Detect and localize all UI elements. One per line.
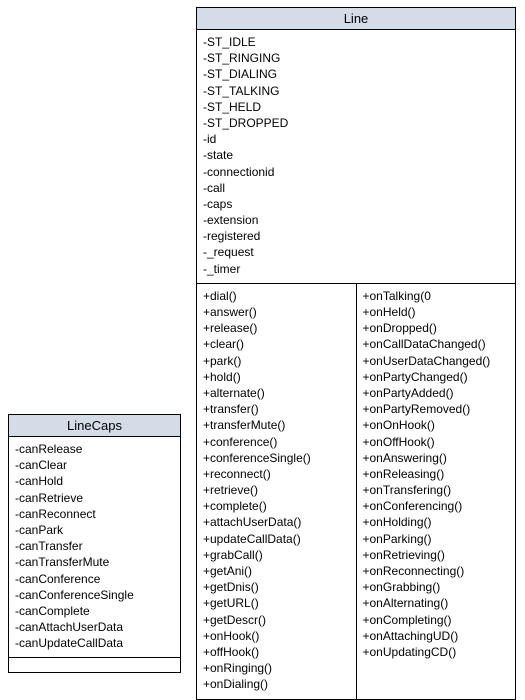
class-line-method: +conference() [203,434,350,450]
class-line-method: +offHook() [203,644,350,660]
class-linecaps-attribute: -canHold [15,473,174,489]
class-linecaps-attribute: -canAttachUserData [15,619,174,635]
class-line-method: +answer() [203,304,350,320]
class-linecaps-attribute: -canRelease [15,441,174,457]
class-line-title: Line [197,8,515,30]
class-line-method: +conferenceSingle() [203,450,350,466]
class-line-method: +onReconnecting() [363,563,510,579]
class-line-method: +onCallDataChanged() [363,336,510,352]
class-line-attributes: -ST_IDLE-ST_RINGING-ST_DIALING-ST_TALKIN… [197,30,515,284]
class-line-attribute: -ST_RINGING [203,50,509,66]
class-line-method: +getURL() [203,595,350,611]
class-line-method: +transferMute() [203,417,350,433]
class-line-method: +onOnHook() [363,417,510,433]
class-line-method: +onPartyRemoved() [363,401,510,417]
class-line-attribute: -ST_HELD [203,99,509,115]
class-line-method: +onParking() [363,531,510,547]
class-line-attribute: -state [203,147,509,163]
class-line-attribute: -caps [203,196,509,212]
class-line-method: +onAnswering() [363,450,510,466]
class-line-method: +complete() [203,498,350,514]
class-line-method: +onTalking(0 [363,288,510,304]
class-linecaps-attribute: -canTransferMute [15,554,174,570]
class-line-attribute: -id [203,131,509,147]
class-line-method: +transfer() [203,401,350,417]
class-line: Line -ST_IDLE-ST_RINGING-ST_DIALING-ST_T… [196,7,516,700]
class-line-method: +onCompleting() [363,612,510,628]
class-line-method: +onAttachingUD() [363,628,510,644]
class-linecaps-methods [9,658,180,672]
class-linecaps-attribute: -canPark [15,522,174,538]
class-line-method: +reconnect() [203,466,350,482]
class-line-method: +onRetrieving() [363,547,510,563]
class-line-methods-col1: +dial()+answer()+release()+clear()+park(… [197,284,357,699]
class-linecaps-attribute: -canComplete [15,603,174,619]
class-line-method: +onAlternating() [363,595,510,611]
class-line-attribute: -ST_IDLE [203,34,509,50]
class-line-attribute: -_request [203,244,509,260]
class-line-method: +onHeld() [363,304,510,320]
class-line-method: +onPartyAdded() [363,385,510,401]
class-line-method: +onDialing() [203,676,350,692]
class-line-method: +release() [203,320,350,336]
class-line-attribute: -connectionid [203,164,509,180]
class-linecaps-attribute: -canReconnect [15,506,174,522]
class-line-method: +getAni() [203,563,350,579]
class-line-attribute: -registered [203,228,509,244]
class-line-method: +retrieve() [203,482,350,498]
class-line-attribute: -extension [203,212,509,228]
class-line-method: +onPartyChanged() [363,369,510,385]
class-linecaps-attribute: -canConferenceSingle [15,587,174,603]
class-linecaps-attribute: -canTransfer [15,538,174,554]
class-line-method: +getDnis() [203,579,350,595]
class-line-method: +onGrabbing() [363,579,510,595]
class-line-method: +onOffHook() [363,434,510,450]
class-line-method: +onConferencing() [363,498,510,514]
class-line-method: +onRinging() [203,660,350,676]
class-line-method: +getDescr() [203,612,350,628]
class-line-method: +onUserDataChanged() [363,353,510,369]
class-linecaps-attribute: -canClear [15,457,174,473]
class-line-method: +dial() [203,288,350,304]
class-line-method: +onReleasing() [363,466,510,482]
class-linecaps-attribute: -canConference [15,571,174,587]
class-line-method: +clear() [203,336,350,352]
class-line-attribute: -ST_DROPPED [203,115,509,131]
class-line-attribute: -ST_DIALING [203,66,509,82]
class-linecaps: LineCaps -canRelease-canClear-canHold-ca… [8,414,181,673]
class-line-attribute: -call [203,180,509,196]
class-line-method: +park() [203,353,350,369]
class-line-attribute: -_timer [203,261,509,277]
class-linecaps-attribute: -canRetrieve [15,490,174,506]
class-line-attribute: -ST_TALKING [203,83,509,99]
class-line-method: +attachUserData() [203,514,350,530]
class-line-methods-col2: +onTalking(0+onHeld()+onDropped()+onCall… [357,284,516,699]
class-line-methods: +dial()+answer()+release()+clear()+park(… [197,284,515,699]
class-line-method: +grabCall() [203,547,350,563]
class-line-method: +onDropped() [363,320,510,336]
class-linecaps-attributes: -canRelease-canClear-canHold-canRetrieve… [9,437,180,658]
class-line-method: +onUpdatingCD() [363,644,510,660]
class-line-method: +updateCallData() [203,531,350,547]
class-linecaps-attribute: -canUpdateCallData [15,635,174,651]
class-line-method: +alternate() [203,385,350,401]
class-line-method: +onHook() [203,628,350,644]
class-linecaps-title: LineCaps [9,415,180,437]
class-line-method: +onTransfering() [363,482,510,498]
class-line-method: +hold() [203,369,350,385]
class-line-method: +onHolding() [363,514,510,530]
